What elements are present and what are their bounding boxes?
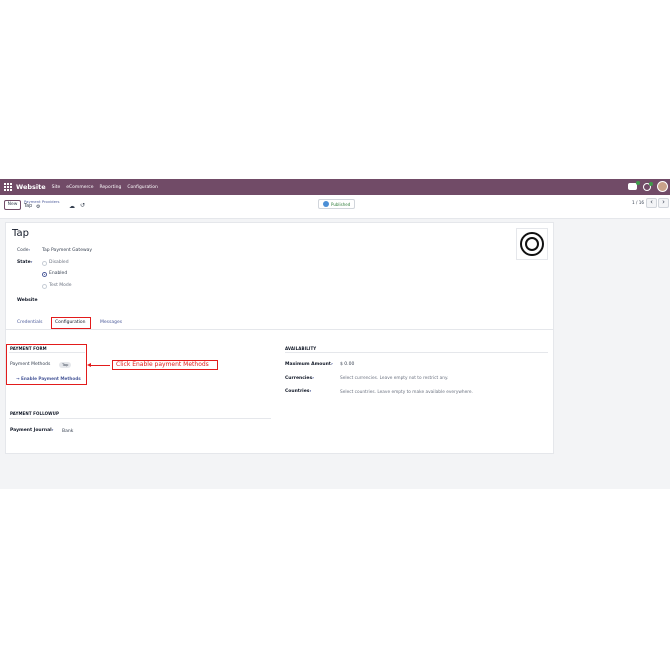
payment-form-divider [9,352,85,353]
state-radio-enabled[interactable] [42,272,47,277]
enable-payment-methods-link[interactable]: → Enable Payment Methods [16,376,81,381]
payment-method-tag[interactable]: Tap [59,362,72,368]
configuration-tab-highlight [51,317,91,329]
menu-ecommerce[interactable]: eCommerce [66,185,93,190]
annotation-callout: Click Enable payment Methods [112,360,218,370]
payment-methods-label: Payment Methods [10,362,51,367]
form-sheet [5,222,554,454]
breadcrumb-current: Tap [24,204,33,209]
apps-grid-icon[interactable] [4,183,12,191]
menu-reporting[interactable]: Reporting [99,185,121,190]
countries-input[interactable]: Select countries. Leave empty to make av… [340,390,473,395]
activity-clock-icon[interactable] [643,181,653,191]
menu-configuration[interactable]: Configuration [127,185,158,190]
payment-followup-divider [9,418,271,419]
chat-icon[interactable] [628,181,640,190]
maximum-amount-value[interactable]: $ 0.00 [340,362,354,367]
top-navbar: Website Site eCommerce Reporting Configu… [0,179,670,195]
next-record-button[interactable]: › [658,198,669,208]
currencies-label: Currencies? [285,376,314,381]
app-name[interactable]: Website [16,183,46,191]
globe-icon [323,201,329,207]
availability-divider [285,352,548,353]
annotation-arrow-line [90,365,110,366]
availability-title: AVAILABILITY [285,346,317,351]
published-label: Published [331,201,351,207]
payment-journal-label: Payment Journal? [10,428,54,433]
currencies-input[interactable]: Select currencies. Leave empty not to re… [340,376,448,381]
website-label: Website [17,298,38,303]
state-option-disabled[interactable]: Disabled [49,260,69,265]
state-radio-disabled[interactable] [42,261,47,266]
gear-icon[interactable]: ⚙ [36,204,40,210]
activity-badge [649,181,653,186]
provider-logo[interactable] [516,228,548,260]
notification-badge [636,181,640,185]
tab-credentials[interactable]: Credentials [17,320,43,325]
discard-undo-icon[interactable]: ↺ [80,202,85,209]
countries-label: Countries? [285,389,312,394]
payment-followup-title: PAYMENT FOLLOWUP [10,411,60,416]
tab-messages[interactable]: Messages [100,320,122,325]
save-cloud-icon[interactable]: ☁ [69,203,75,210]
state-option-enabled[interactable]: Enabled [49,271,67,276]
record-title[interactable]: Tap [12,228,29,239]
payment-journal-value[interactable]: Bank [62,429,73,434]
payment-form-title: PAYMENT FORM [10,346,47,351]
code-label: Code? [17,248,31,253]
published-toggle[interactable]: Published [318,199,356,209]
new-button[interactable]: New [4,200,21,210]
previous-record-button[interactable]: ‹ [646,198,657,208]
logo-inner-ring [525,237,539,251]
state-option-test-mode[interactable]: Test Mode [49,283,72,288]
maximum-amount-label: Maximum Amount? [285,362,333,367]
user-avatar[interactable] [657,181,668,192]
pager-value[interactable]: 1 / 16 [632,200,644,205]
state-label: State? [17,260,33,265]
tabs-divider [5,329,554,330]
state-radio-test-mode[interactable] [42,284,47,289]
code-value: Tap Payment Gateway [42,248,93,253]
menu-site[interactable]: Site [52,185,61,190]
control-panel: New Payment Providers Tap ⚙ ☁ ↺ Publishe… [0,195,670,219]
